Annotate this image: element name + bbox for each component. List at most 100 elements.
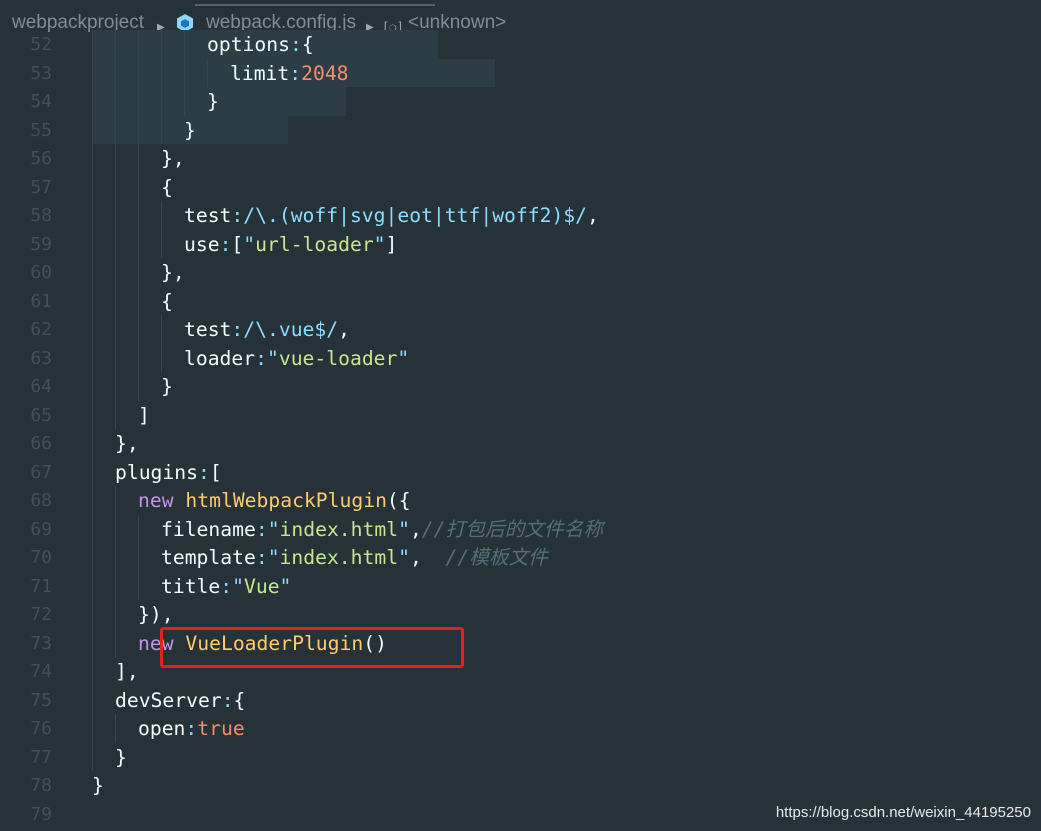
code-token: title bbox=[161, 574, 221, 598]
code-line[interactable]: 78} bbox=[0, 772, 1041, 801]
code-token: } bbox=[115, 432, 127, 455]
code-token: " bbox=[373, 232, 386, 256]
line-number: 58 bbox=[30, 205, 52, 226]
code-token: index.html bbox=[279, 546, 399, 569]
code-token: [ bbox=[209, 460, 222, 484]
line-number: 55 bbox=[30, 119, 52, 141]
highlight-box bbox=[160, 627, 464, 668]
code-token: 2048 bbox=[301, 61, 349, 85]
code-text: devServer:{ bbox=[115, 687, 245, 716]
code-token: " bbox=[397, 346, 410, 370]
code-token: Vue bbox=[243, 574, 280, 598]
code-line[interactable]: 68 new htmlWebpackPlugin({ bbox=[0, 487, 1041, 516]
code-token: use bbox=[184, 232, 220, 256]
code-token: : bbox=[219, 232, 232, 256]
code-line[interactable]: 52 options:{ bbox=[0, 31, 1041, 60]
code-token: limit bbox=[230, 61, 290, 85]
code-token: } bbox=[115, 745, 127, 769]
code-token: htmlWebpackPlugin bbox=[185, 489, 387, 512]
code-token: , bbox=[172, 147, 185, 170]
code-token: { bbox=[233, 688, 246, 712]
code-token: : bbox=[185, 717, 198, 740]
code-text: }, bbox=[161, 259, 185, 288]
line-number: 74 bbox=[30, 661, 52, 682]
code-line[interactable]: 76 open:true bbox=[0, 715, 1041, 744]
code-line[interactable]: 67 plugins:[ bbox=[0, 459, 1041, 488]
code-text: { bbox=[161, 174, 173, 203]
code-line[interactable]: 70 template:"index.html", //模板文件 bbox=[0, 544, 1041, 573]
code-line[interactable]: 75 devServer:{ bbox=[0, 687, 1041, 716]
code-token: : bbox=[220, 574, 233, 598]
code-text: } bbox=[92, 772, 104, 801]
code-text: test:/\.vue$/, bbox=[184, 316, 350, 345]
code-token: template bbox=[161, 546, 256, 569]
code-text: test:/\.(woff|svg|eot|ttf|woff2)$/, bbox=[184, 202, 599, 231]
code-token: , bbox=[338, 318, 350, 341]
code-line[interactable]: 72}), bbox=[0, 601, 1041, 630]
code-line[interactable]: 55} bbox=[0, 117, 1041, 146]
active-tab-indicator bbox=[195, 4, 435, 6]
code-token: : bbox=[255, 517, 268, 541]
code-line[interactable]: 59 use:["url-loader"] bbox=[0, 231, 1041, 260]
code-text: title:"Vue" bbox=[161, 573, 291, 602]
code-line[interactable]: 61 { bbox=[0, 288, 1041, 317]
code-token: : bbox=[231, 318, 244, 341]
line-number: 77 bbox=[30, 746, 52, 768]
code-token: url-loader bbox=[255, 232, 374, 256]
code-token: index.html bbox=[279, 517, 399, 541]
code-token: } bbox=[161, 147, 173, 170]
code-token: , bbox=[409, 546, 446, 569]
code-line[interactable]: 53 limit:2048 bbox=[0, 60, 1041, 89]
code-line[interactable]: 69 filename:"index.html",//打包后的文件名称 bbox=[0, 516, 1041, 545]
code-token: } bbox=[207, 90, 219, 113]
code-token: loader bbox=[184, 346, 256, 370]
code-token: /\.vue$/ bbox=[243, 318, 339, 341]
code-token: [ bbox=[231, 232, 244, 256]
code-token: " bbox=[398, 517, 410, 541]
code-line[interactable]: 64} bbox=[0, 373, 1041, 402]
code-text: new htmlWebpackPlugin({ bbox=[138, 487, 411, 516]
code-line[interactable]: 77} bbox=[0, 744, 1041, 773]
code-line[interactable]: 71 title:"Vue" bbox=[0, 573, 1041, 602]
code-token: ({ bbox=[386, 489, 411, 512]
code-token: { bbox=[161, 175, 173, 199]
code-text: use:["url-loader"] bbox=[184, 231, 397, 260]
code-line[interactable]: 74], bbox=[0, 658, 1041, 687]
code-line[interactable]: 58 test:/\.(woff|svg|eot|ttf|woff2)$/, bbox=[0, 202, 1041, 231]
code-token: ], bbox=[115, 660, 139, 683]
code-token: //模板文件 bbox=[445, 546, 548, 569]
code-token: options bbox=[207, 33, 290, 56]
code-token: " bbox=[243, 232, 256, 256]
code-token: new bbox=[138, 489, 186, 512]
code-text: loader:"vue-loader" bbox=[184, 345, 409, 374]
code-line[interactable]: 56}, bbox=[0, 145, 1041, 174]
code-text: ] bbox=[138, 402, 150, 431]
code-line[interactable]: 62 test:/\.vue$/, bbox=[0, 316, 1041, 345]
code-text: }), bbox=[138, 601, 174, 630]
code-text: }, bbox=[161, 145, 185, 174]
code-token: true bbox=[197, 717, 245, 740]
line-number: 66 bbox=[30, 433, 52, 454]
code-line[interactable]: 73 new VueLoaderPlugin() bbox=[0, 630, 1041, 659]
code-editor[interactable]: 52 options:{53 limit:2048 54} 55} 56}, 57{58 te… bbox=[0, 30, 1041, 831]
line-number: 72 bbox=[30, 604, 52, 625]
line-number: 59 bbox=[30, 233, 52, 255]
code-token: ] bbox=[138, 403, 150, 427]
line-number: 68 bbox=[30, 490, 52, 511]
code-token: : bbox=[255, 346, 267, 370]
code-line[interactable]: 63 loader:"vue-loader" bbox=[0, 345, 1041, 374]
code-line[interactable]: 54} bbox=[0, 88, 1041, 117]
code-line[interactable]: 65] bbox=[0, 402, 1041, 431]
code-token: : bbox=[255, 546, 268, 569]
code-token: , bbox=[126, 432, 139, 455]
code-token: }), bbox=[138, 603, 174, 626]
code-token: { bbox=[161, 289, 173, 313]
code-line[interactable]: 57 { bbox=[0, 174, 1041, 203]
code-token: //打包后的文件名称 bbox=[421, 517, 604, 541]
line-number: 76 bbox=[30, 718, 52, 739]
code-token: } bbox=[184, 118, 196, 142]
code-token: devServer bbox=[115, 688, 222, 712]
code-line[interactable]: 60}, bbox=[0, 259, 1041, 288]
code-line[interactable]: 66}, bbox=[0, 430, 1041, 459]
code-token: , bbox=[587, 204, 599, 227]
